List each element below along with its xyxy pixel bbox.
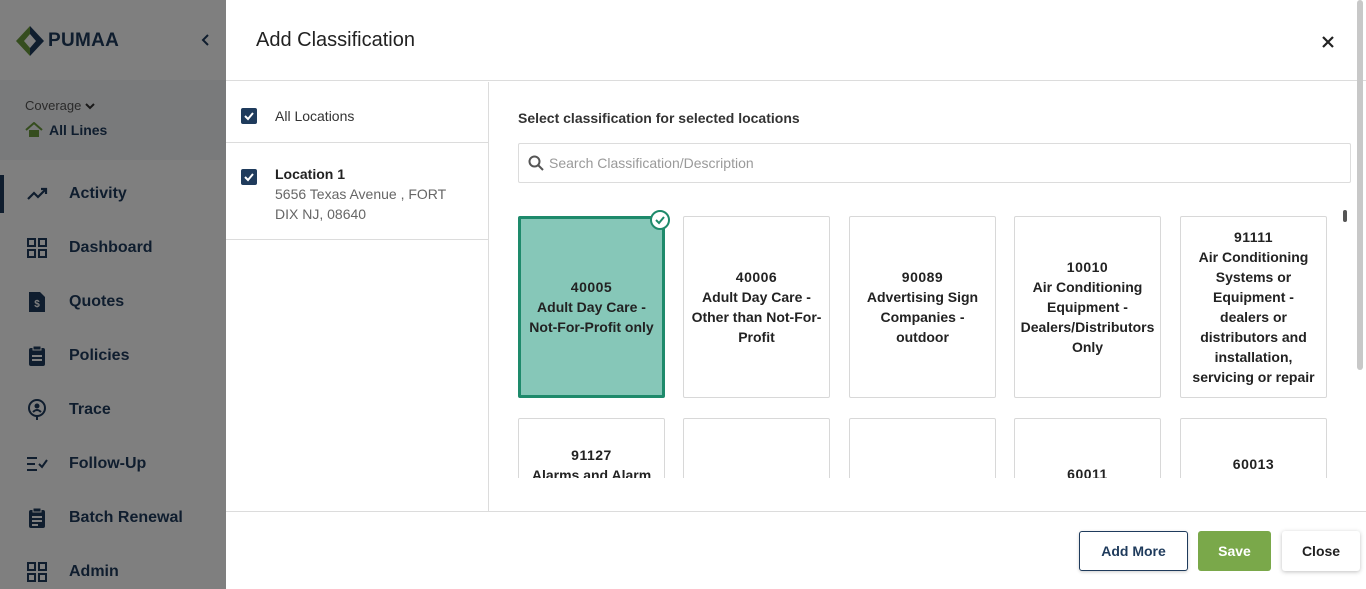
classification-title: Select classification for selected locat… (518, 110, 800, 126)
classification-card[interactable]: 91127 Alarms and Alarm (518, 418, 665, 478)
classification-card[interactable]: 60011 (1014, 418, 1161, 478)
classification-code: 91127 (571, 447, 612, 463)
modal-footer: Add More Save Close (226, 512, 1366, 589)
classification-card[interactable]: 91111 Air Conditioning Systems or Equipm… (1180, 216, 1327, 398)
modal-header: Add Classification (226, 0, 1366, 81)
modal-body: All Locations Location 1 5656 Texas Aven… (226, 82, 1366, 512)
classification-card[interactable] (849, 418, 996, 478)
classification-grid: 40005 Adult Day Care - Not-For-Profit on… (518, 216, 1338, 478)
all-locations-checkbox[interactable] (241, 108, 257, 124)
classification-description: Adult Day Care - Other than Not-For-Prof… (691, 289, 822, 345)
classification-panel: Select classification for selected locat… (490, 82, 1366, 512)
classification-description: Advertising Sign Companies - outdoor (866, 289, 979, 345)
all-locations-label: All Locations (275, 108, 355, 124)
add-more-button[interactable]: Add More (1079, 531, 1188, 571)
classification-card[interactable]: 40006 Adult Day Care - Other than Not-Fo… (683, 216, 830, 398)
close-button[interactable]: Close (1282, 531, 1360, 571)
classification-code: 10010 (1066, 259, 1109, 275)
classification-description: Alarms and Alarm (531, 467, 652, 478)
classification-description: Adult Day Care - Not-For-Profit only (529, 299, 654, 335)
classification-card[interactable] (683, 418, 830, 478)
classification-code: 90089 (901, 269, 944, 285)
location-row[interactable]: Location 1 5656 Texas Avenue , FORT DIX … (226, 143, 488, 240)
classification-code: 60013 (1232, 456, 1275, 472)
classification-card[interactable]: 10010 Air Conditioning Equipment - Deale… (1014, 216, 1161, 398)
locations-panel: All Locations Location 1 5656 Texas Aven… (226, 82, 489, 512)
all-locations-row[interactable]: All Locations (226, 82, 488, 143)
save-button[interactable]: Save (1198, 531, 1271, 571)
selected-check-icon (650, 210, 670, 230)
close-icon (1322, 36, 1334, 48)
checkmark-icon (244, 173, 254, 182)
classification-code: 40006 (735, 269, 778, 285)
add-classification-modal: Add Classification All Locations Locatio… (226, 0, 1366, 589)
close-modal-button[interactable] (1316, 30, 1340, 54)
modal-scrollbar-thumb[interactable] (1357, 0, 1363, 370)
classification-card[interactable]: 60013 (1180, 418, 1327, 478)
classification-card[interactable]: 90089 Advertising Sign Companies - outdo… (849, 216, 996, 398)
classification-description: Air Conditioning Systems or Equipment - … (1192, 249, 1315, 385)
sidebar: PUMAA Coverage All Lines Activity Dashbo… (0, 0, 226, 589)
classification-card[interactable]: 40005 Adult Day Care - Not-For-Profit on… (518, 216, 665, 398)
modal-title: Add Classification (256, 29, 415, 51)
checkmark-icon (244, 112, 254, 121)
grid-scrollbar[interactable] (1343, 210, 1347, 222)
modal-scrollbar[interactable] (1357, 0, 1363, 370)
search-icon (528, 155, 544, 171)
location-name: Location 1 (275, 166, 346, 182)
classification-code: 91111 (1233, 229, 1274, 245)
classification-code: 60011 (1067, 466, 1108, 478)
classification-description: Air Conditioning Equipment - Dealers/Dis… (1020, 279, 1155, 355)
search-input[interactable] (549, 153, 1329, 173)
classification-search (518, 143, 1351, 183)
location-checkbox[interactable] (241, 169, 257, 185)
location-address: 5656 Texas Avenue , FORT DIX NJ, 08640 (275, 186, 446, 222)
modal-backdrop[interactable] (0, 0, 226, 589)
classification-code: 40005 (570, 279, 613, 295)
